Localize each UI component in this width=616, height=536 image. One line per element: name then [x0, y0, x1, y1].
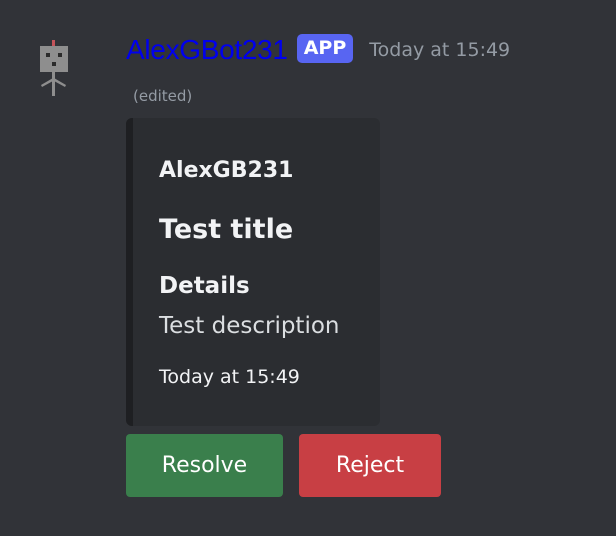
embed-accent-bar [126, 118, 133, 426]
edited-label: (edited) [133, 87, 193, 105]
chat-message: AlexGBot231 APP Today at 15:49 (edited) … [0, 0, 616, 536]
message-embed: AlexGB231 Test title Details Test descri… [126, 118, 380, 426]
reject-button[interactable]: Reject [299, 434, 441, 497]
message-header: AlexGBot231 APP Today at 15:49 [126, 30, 510, 70]
message-timestamp[interactable]: Today at 15:49 [369, 39, 510, 61]
embed-title: Test title [159, 214, 294, 245]
embed-field-value: Test description [159, 313, 340, 339]
resolve-button[interactable]: Resolve [126, 434, 283, 497]
robot-icon [40, 40, 68, 96]
bot-avatar[interactable] [36, 38, 72, 98]
embed-field-name: Details [159, 273, 250, 299]
app-badge: APP [296, 33, 354, 63]
embed-author: AlexGB231 [159, 158, 294, 183]
author-username[interactable]: AlexGBot231 [126, 34, 288, 66]
embed-footer-timestamp: Today at 15:49 [159, 366, 300, 388]
